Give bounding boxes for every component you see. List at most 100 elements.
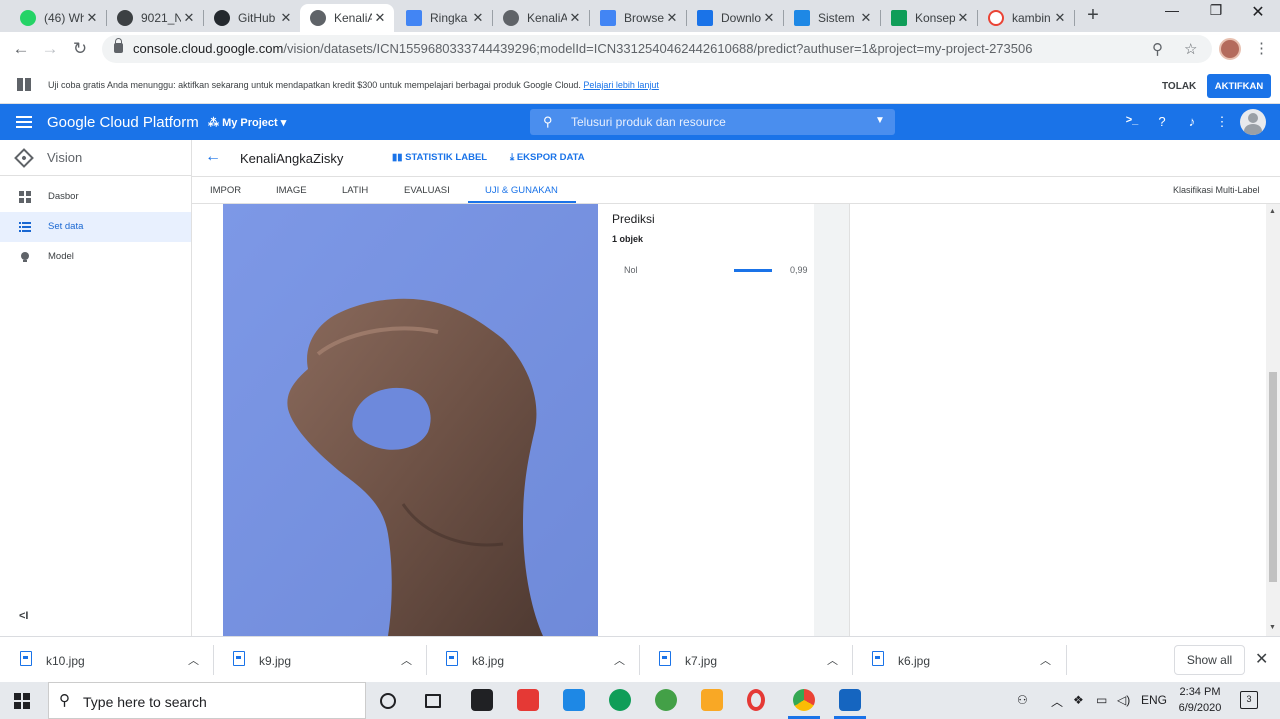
language-indicator[interactable]: ENG	[1141, 693, 1167, 707]
notifications-icon[interactable]: ♪	[1184, 114, 1200, 129]
chevron-up-icon[interactable]: ︿	[188, 652, 199, 668]
browser-tab[interactable]: kambin ✕	[978, 4, 1074, 32]
collapse-nav-button[interactable]: <I	[19, 610, 28, 622]
minimize-button[interactable]: —	[1152, 2, 1192, 18]
tab-image[interactable]: IMAGE	[276, 185, 307, 196]
browser-tab[interactable]: Konsep ✕	[881, 4, 977, 32]
close-icon[interactable]: ✕	[1052, 10, 1068, 26]
user-avatar[interactable]	[1240, 109, 1266, 135]
mail-icon[interactable]	[563, 689, 585, 711]
chrome-menu-icon[interactable]: ⋮	[1254, 39, 1269, 57]
bookmark-star-icon[interactable]: ☆	[1184, 40, 1197, 58]
menu-icon[interactable]	[16, 116, 32, 128]
browser-tab[interactable]: (46) Wh ✕	[10, 4, 106, 32]
scrollbar[interactable]: ▲ ▼	[1266, 204, 1280, 636]
chevron-up-icon[interactable]: ︿	[1040, 652, 1051, 668]
sync-app-icon[interactable]	[655, 689, 677, 711]
browser-tab[interactable]: Ringka ✕	[396, 4, 492, 32]
battery-icon[interactable]: ▭	[1096, 693, 1107, 707]
people-icon[interactable]: ⚇	[1017, 693, 1028, 707]
project-selector[interactable]: ⁂ My Project ▾	[208, 116, 286, 129]
close-icon[interactable]: ✕	[372, 10, 388, 26]
sidebar-item-dasbor[interactable]: Dasbor	[0, 182, 191, 212]
close-icon[interactable]: ✕	[181, 10, 197, 26]
tab-uji-gunakan[interactable]: UJI & GUNAKAN	[485, 185, 558, 196]
close-icon[interactable]: ✕	[470, 10, 486, 26]
download-item[interactable]: k10.jpg ︿	[0, 637, 212, 683]
close-icon[interactable]: ✕	[1255, 649, 1268, 669]
download-item[interactable]: k9.jpg ︿	[213, 637, 425, 683]
export-data-button[interactable]: ⤓ EKSPOR DATA	[510, 152, 585, 163]
forward-button[interactable]: →	[39, 39, 61, 59]
label-stats-button[interactable]: ▮▮ STATISTIK LABEL	[392, 152, 487, 163]
cortana-icon[interactable]	[380, 693, 396, 709]
photos-icon[interactable]	[839, 689, 861, 711]
back-arrow-icon[interactable]: ←	[205, 148, 221, 166]
app-title[interactable]: Google Cloud Platform	[47, 114, 199, 131]
classroom-icon	[794, 10, 810, 26]
back-button[interactable]: ←	[10, 39, 32, 59]
sidebar-item-set-data[interactable]: Set data	[0, 212, 191, 242]
download-item[interactable]: k6.jpg ︿	[852, 637, 1064, 683]
scroll-up-icon[interactable]: ▲	[1269, 208, 1276, 215]
opera-icon[interactable]	[747, 689, 765, 711]
close-icon[interactable]: ✕	[567, 10, 583, 26]
chevron-up-icon[interactable]: ︿	[614, 652, 625, 668]
tab-impor[interactable]: IMPOR	[210, 185, 241, 196]
close-icon[interactable]: ✕	[955, 10, 971, 26]
edge-icon[interactable]	[609, 689, 631, 711]
search-box[interactable]: ⚲ Telusuri produk dan resource ▼	[530, 109, 895, 135]
download-item[interactable]: k8.jpg ︿	[426, 637, 638, 683]
tab-latih[interactable]: LATIH	[342, 185, 368, 196]
close-icon[interactable]: ✕	[761, 10, 777, 26]
new-tab-button[interactable]: +	[1082, 4, 1104, 27]
taskbar-search[interactable]: ⚲ Type here to search	[48, 682, 366, 719]
scroll-down-icon[interactable]: ▼	[1269, 624, 1276, 631]
caret-down-icon[interactable]: ▼	[875, 115, 885, 126]
close-window-button[interactable]: ✕	[1238, 2, 1278, 22]
clock[interactable]: 2:34 PM 6/9/2020	[1174, 684, 1226, 716]
help-icon[interactable]: ?	[1154, 114, 1170, 129]
close-icon[interactable]: ✕	[84, 10, 100, 26]
notification-center-icon[interactable]: 3	[1240, 691, 1258, 709]
browser-tab-active[interactable]: KenaliA ✕	[300, 4, 394, 32]
browser-tab[interactable]: 9021_N ✕	[107, 4, 203, 32]
dismiss-button[interactable]: TOLAK	[1152, 76, 1206, 96]
reload-button[interactable]: ↻	[69, 39, 91, 59]
download-item[interactable]: k7.jpg ︿	[639, 637, 851, 683]
browser-tab[interactable]: GitHub ✕	[204, 4, 300, 32]
close-icon[interactable]: ✕	[278, 10, 294, 26]
windows-start-icon[interactable]	[14, 693, 30, 709]
browser-tab[interactable]: Browse ✕	[590, 4, 686, 32]
address-bar[interactable]: console.cloud.google.com/vision/datasets…	[102, 35, 1212, 63]
browser-tab[interactable]: KenaliA ✕	[493, 4, 589, 32]
restore-button[interactable]: ❐	[1196, 2, 1236, 19]
dropbox-icon[interactable]: ❖	[1073, 693, 1084, 707]
file-explorer-icon[interactable]	[701, 689, 723, 711]
chevron-up-icon[interactable]: ︿	[1051, 693, 1063, 710]
taskbar-search-input[interactable]: Type here to search	[83, 694, 207, 710]
more-vert-icon[interactable]: ⋮	[1214, 114, 1230, 130]
volume-icon[interactable]: ◁)	[1117, 693, 1130, 707]
scroll-thumb[interactable]	[1269, 372, 1277, 582]
close-icon[interactable]: ✕	[664, 10, 680, 26]
zoom-icon[interactable]: ⚲	[1152, 40, 1163, 58]
chevron-up-icon[interactable]: ︿	[827, 652, 838, 668]
close-icon[interactable]: ✕	[858, 10, 874, 26]
activate-button[interactable]: AKTIFKAN	[1207, 74, 1271, 98]
cloud-shell-icon[interactable]: >_	[1124, 114, 1140, 126]
browser-tab-strip: (46) Wh ✕ 9021_N ✕ GitHub ✕ KenaliA ✕ Ri…	[0, 0, 1280, 32]
profile-avatar[interactable]	[1219, 38, 1241, 60]
sidebar-item-model[interactable]: Model	[0, 242, 191, 272]
chrome-icon[interactable]	[793, 689, 815, 711]
search-input[interactable]: Telusuri produk dan resource	[571, 115, 726, 129]
tab-evaluasi[interactable]: EVALUASI	[404, 185, 450, 196]
browser-tab[interactable]: Downlo ✕	[687, 4, 783, 32]
store-icon[interactable]	[471, 689, 493, 711]
gift-app-icon[interactable]	[517, 689, 539, 711]
show-all-button[interactable]: Show all	[1174, 645, 1245, 675]
browser-tab[interactable]: Sistem ✕	[784, 4, 880, 32]
learn-more-link[interactable]: Pelajari lebih lanjut	[583, 80, 659, 90]
task-view-icon[interactable]	[425, 694, 441, 708]
chevron-up-icon[interactable]: ︿	[401, 652, 412, 668]
